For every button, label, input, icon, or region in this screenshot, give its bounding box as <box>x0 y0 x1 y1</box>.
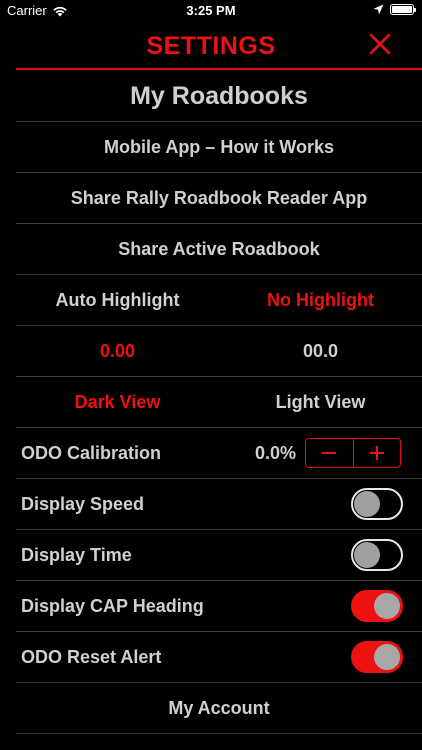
display-cap-label: Display CAP Heading <box>21 595 204 616</box>
share-roadbook-label: Share Active Roadbook <box>118 238 320 259</box>
plus-icon <box>369 446 384 460</box>
how-it-works-button[interactable]: Mobile App – How it Works <box>16 122 422 173</box>
decrement-button[interactable] <box>306 439 353 467</box>
dark-view-option[interactable]: Dark View <box>16 392 219 413</box>
settings-header: SETTINGS <box>16 26 422 70</box>
auto-highlight-option[interactable]: Auto Highlight <box>16 290 219 311</box>
settings-list: My Roadbooks Mobile App – How it Works S… <box>16 71 422 734</box>
odo-reset-label: ODO Reset Alert <box>21 646 162 667</box>
odo-calibration-controls: 0.0% <box>255 438 422 468</box>
odo-calibration-label: ODO Calibration <box>21 442 162 463</box>
display-time-label: Display Time <box>21 544 132 565</box>
display-speed-label: Display Speed <box>21 493 145 514</box>
increment-button[interactable] <box>352 439 401 467</box>
no-highlight-option[interactable]: No Highlight <box>219 290 422 311</box>
status-right <box>373 4 416 15</box>
display-time-toggle[interactable] <box>351 539 403 571</box>
page-title: SETTINGS <box>146 32 276 60</box>
display-cap-toggle[interactable] <box>351 590 403 622</box>
clock: 3:25 PM <box>186 3 236 18</box>
location-arrow-icon <box>373 4 384 15</box>
format-hundredths-option[interactable]: 0.00 <box>16 341 219 362</box>
format-tenths-option[interactable]: 00.0 <box>219 341 422 362</box>
my-account-label: My Account <box>168 697 270 718</box>
share-roadbook-button[interactable]: Share Active Roadbook <box>16 224 422 275</box>
odo-calibration-stepper <box>305 438 401 468</box>
view-mode-row: Dark View Light View <box>16 377 422 428</box>
odo-calibration-row: ODO Calibration 0.0% <box>16 428 422 479</box>
status-bar: Carrier 3:25 PM <box>0 0 422 22</box>
battery-icon <box>390 4 416 15</box>
distance-format-row: 0.00 00.0 <box>16 326 422 377</box>
share-app-button[interactable]: Share Rally Roadbook Reader App <box>16 173 422 224</box>
light-view-option[interactable]: Light View <box>219 392 422 413</box>
how-it-works-label: Mobile App – How it Works <box>103 136 334 157</box>
display-time-row: Display Time <box>16 530 422 581</box>
minus-icon <box>322 452 337 454</box>
display-speed-row: Display Speed <box>16 479 422 530</box>
display-cap-row: Display CAP Heading <box>16 581 422 632</box>
close-icon[interactable] <box>368 32 392 56</box>
display-speed-toggle[interactable] <box>351 488 403 520</box>
odo-calibration-value: 0.0% <box>254 442 296 463</box>
share-app-label: Share Rally Roadbook Reader App <box>70 187 368 208</box>
odo-reset-toggle[interactable] <box>351 641 403 673</box>
odo-reset-row: ODO Reset Alert <box>16 632 422 683</box>
my-roadbooks-button[interactable]: My Roadbooks <box>16 71 422 122</box>
highlight-row: Auto Highlight No Highlight <box>16 275 422 326</box>
my-account-button[interactable]: My Account <box>16 683 422 734</box>
my-roadbooks-label: My Roadbooks <box>130 81 308 110</box>
